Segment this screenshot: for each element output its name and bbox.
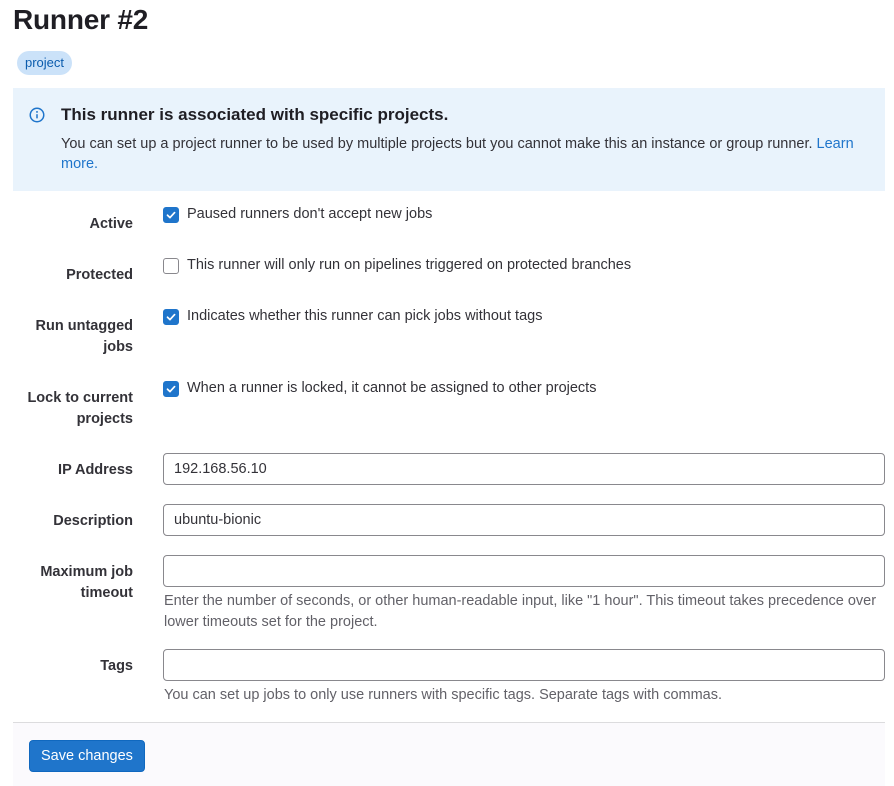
tags-help: You can set up jobs to only use runners … [164, 687, 723, 703]
run-untagged-label-line1: Run untagged [35, 318, 133, 334]
tags-label: Tags [100, 658, 133, 674]
lock-label: Lock to current projects [3, 388, 133, 430]
lock-checkbox[interactable] [163, 381, 179, 397]
info-alert: This runner is associated with specific … [13, 88, 885, 191]
max-timeout-label-line1: Maximum job [40, 564, 133, 580]
lock-label-line1: Lock to current [27, 390, 133, 406]
lock-checkbox-text: When a runner is locked, it cannot be as… [187, 380, 597, 396]
form-footer: Save changes [13, 722, 885, 786]
page-title: Runner #2 [13, 4, 149, 35]
protected-label: Protected [66, 267, 133, 283]
protected-checkbox[interactable] [163, 258, 179, 274]
lock-label-line2: projects [76, 411, 133, 427]
max-timeout-label-line2: timeout [80, 585, 133, 601]
active-checkbox[interactable] [163, 207, 179, 223]
tags-input[interactable] [163, 649, 885, 681]
description-input[interactable] [163, 504, 885, 536]
protected-checkbox-text: This runner will only run on pipelines t… [187, 257, 632, 273]
run-untagged-label: Run untagged jobs [3, 316, 133, 358]
run-untagged-checkbox-text: Indicates whether this runner can pick j… [187, 308, 543, 324]
info-icon [29, 107, 45, 123]
alert-body-text: You can set up a project runner to be us… [61, 136, 813, 152]
runner-type-badge: project [17, 51, 73, 75]
active-label: Active [89, 216, 133, 232]
alert-title: This runner is associated with specific … [61, 105, 449, 124]
ip-address-input[interactable] [163, 453, 885, 485]
run-untagged-checkbox[interactable] [163, 309, 179, 325]
max-timeout-input[interactable] [163, 555, 885, 587]
max-timeout-help: Enter the number of seconds, or other hu… [164, 593, 877, 630]
alert-body: You can set up a project runner to be us… [61, 134, 861, 174]
run-untagged-label-line2: jobs [103, 339, 133, 355]
max-timeout-label: Maximum job timeout [3, 562, 133, 604]
ip-address-label: IP Address [58, 462, 133, 478]
active-checkbox-text: Paused runners don't accept new jobs [187, 206, 433, 222]
save-changes-button[interactable]: Save changes [29, 740, 145, 772]
description-label: Description [53, 513, 133, 529]
